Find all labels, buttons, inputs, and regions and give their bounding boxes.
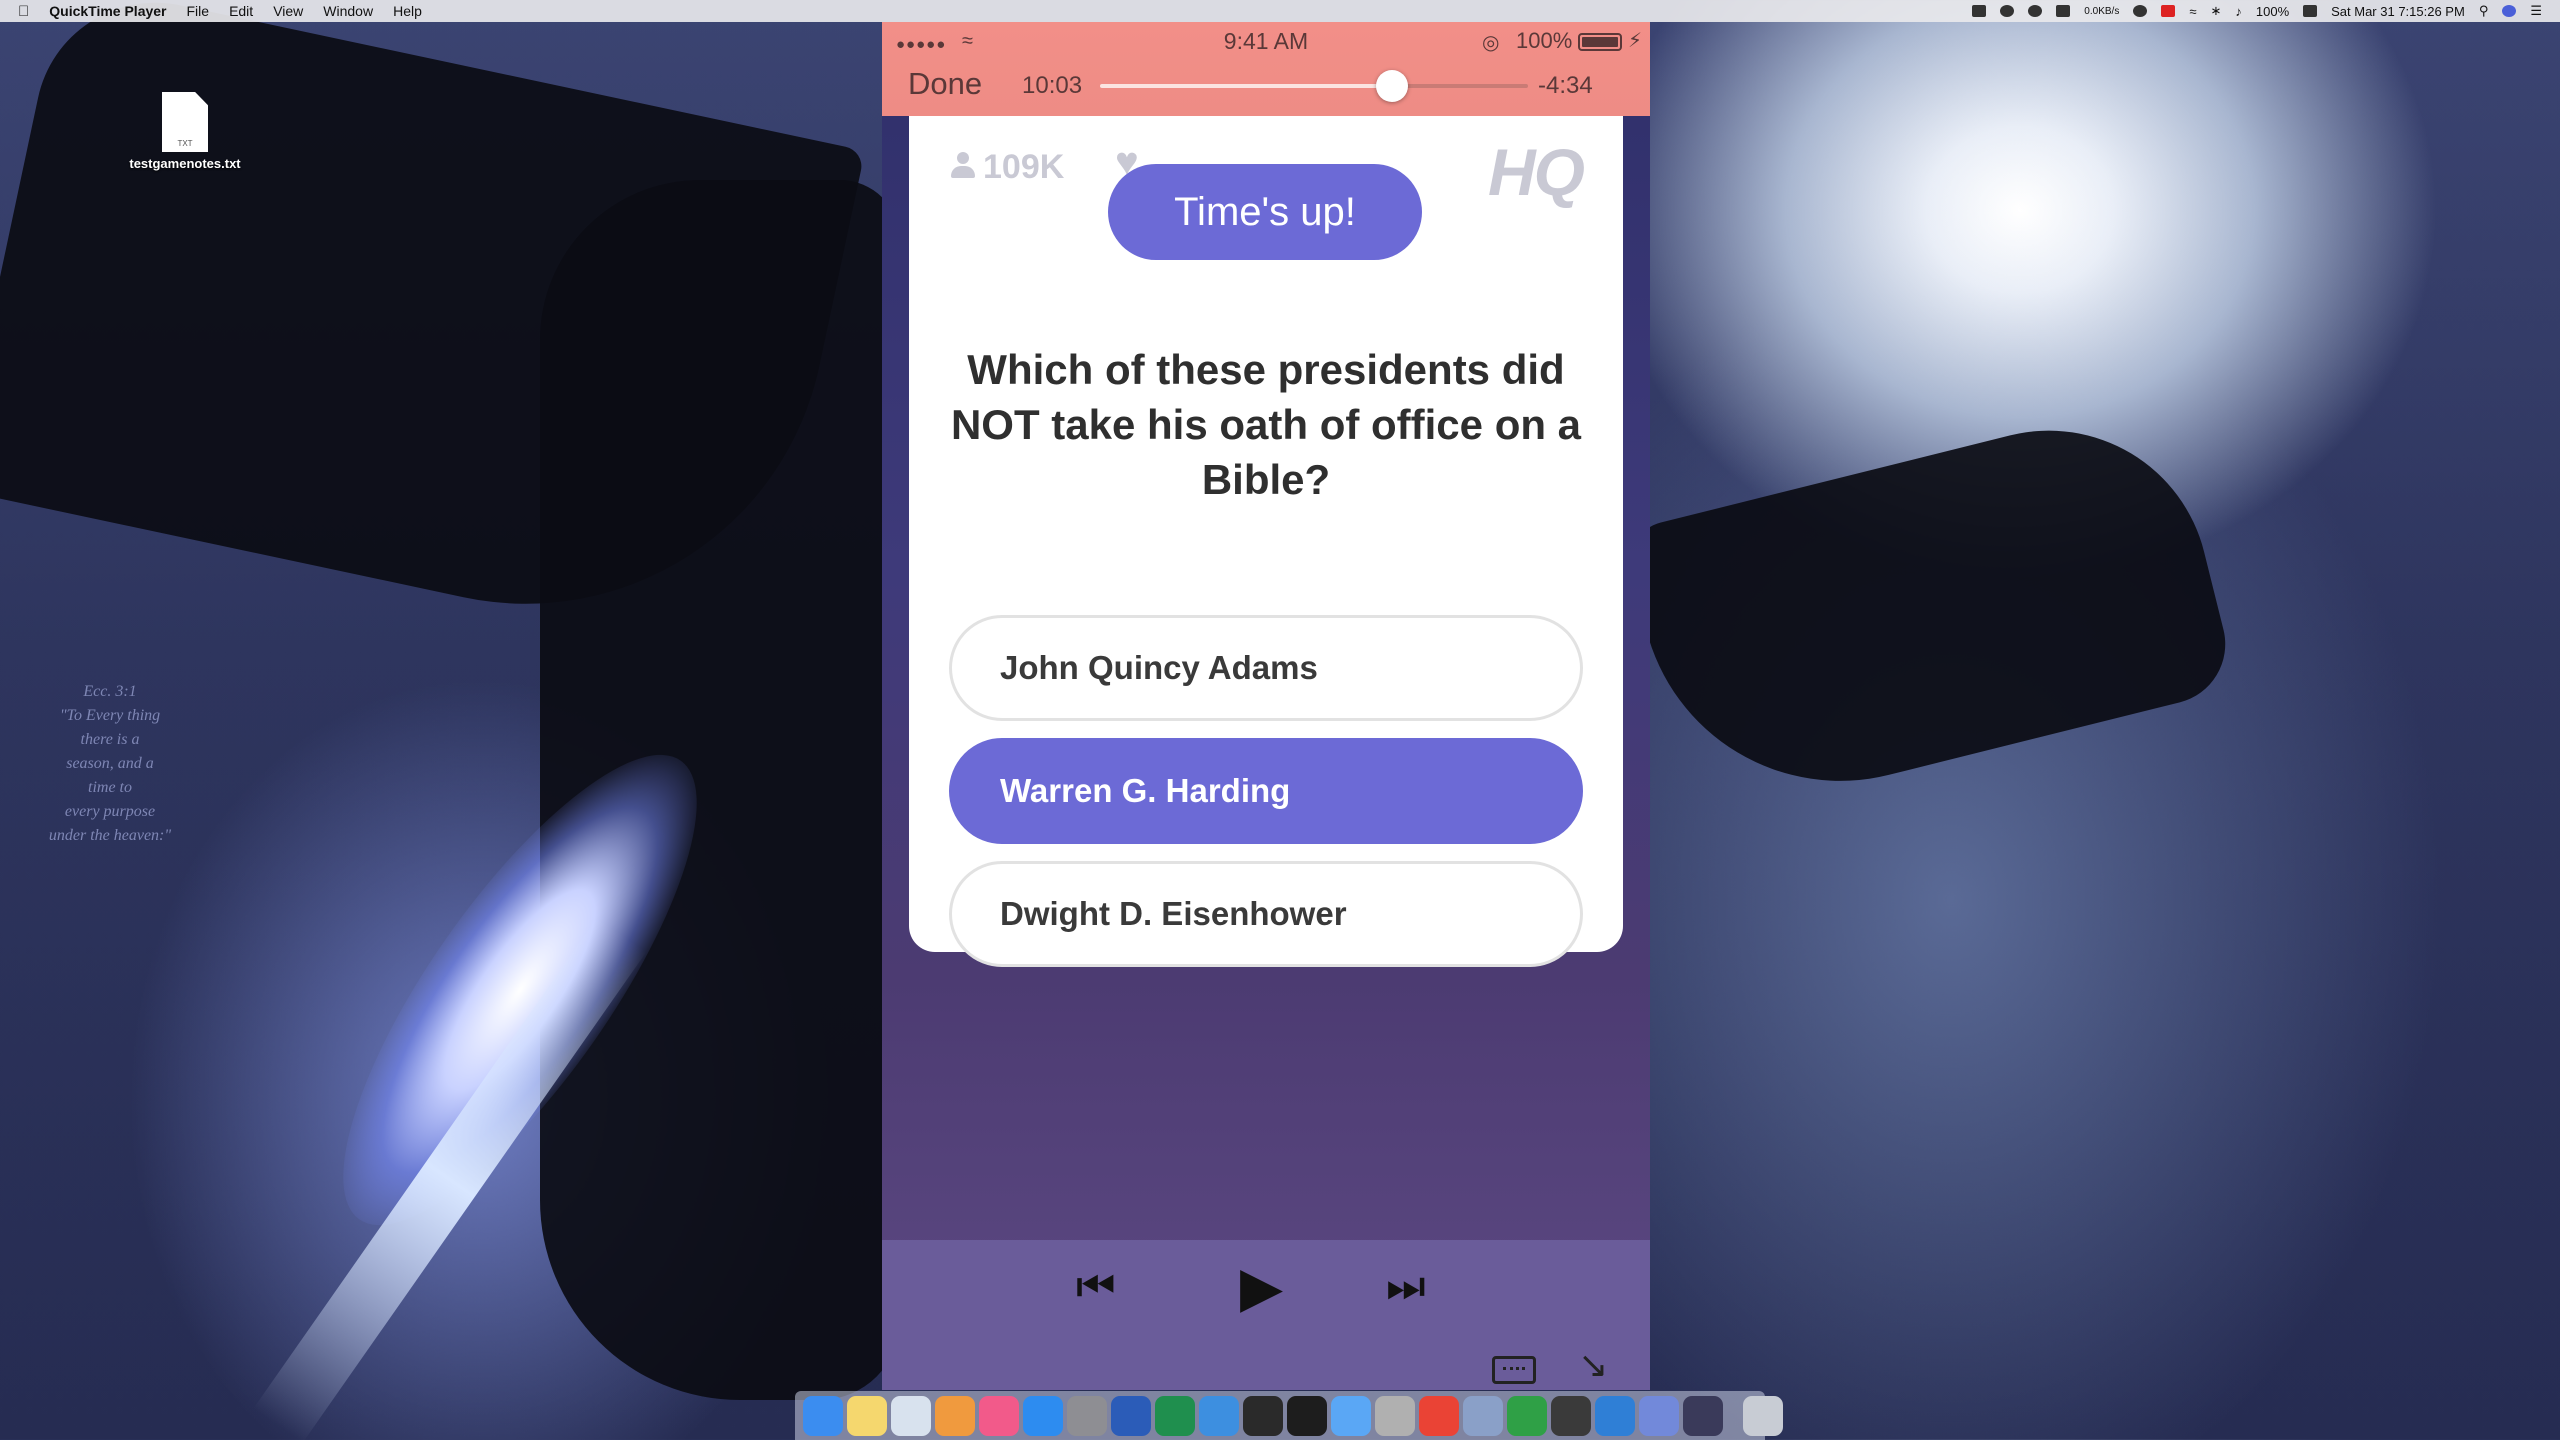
dock-itunes-icon[interactable]	[979, 1395, 1019, 1436]
wallpaper-quote: Ecc. 3:1 "To Every thing there is a seas…	[30, 680, 190, 848]
ios-battery-percent: 100%	[1516, 28, 1573, 53]
dock-xcode-icon[interactable]	[1199, 1395, 1239, 1436]
menu-edit[interactable]: Edit	[229, 3, 253, 19]
skip-forward-button[interactable]: ⏭	[1386, 1262, 1426, 1312]
menu-bar:  QuickTime Player File Edit View Window…	[0, 0, 2560, 22]
answer-option-3[interactable]: Dwight D. Eisenhower	[949, 861, 1583, 967]
dock-system-preferences-icon[interactable]	[1067, 1395, 1107, 1436]
dock-notes-icon[interactable]	[847, 1395, 887, 1436]
question-card: 109K ♥ HQ Time's up! Which of these pres…	[909, 72, 1623, 967]
captions-icon[interactable]	[1492, 1356, 1536, 1384]
app-menu[interactable]: QuickTime Player	[49, 3, 166, 19]
menu-window[interactable]: Window	[323, 3, 373, 19]
battery-icon[interactable]	[2303, 5, 2318, 17]
quote-reference: Ecc. 3:1	[83, 683, 137, 700]
quote-line: every purpose	[64, 803, 156, 820]
dock-finder-icon[interactable]	[803, 1395, 843, 1436]
dock	[795, 1391, 1783, 1440]
dock-sublime-icon[interactable]	[1551, 1395, 1591, 1436]
dock-excel-icon[interactable]	[1155, 1395, 1195, 1436]
dock-terminal-icon[interactable]	[1287, 1395, 1327, 1436]
menu-file[interactable]: File	[187, 3, 210, 19]
menu-help[interactable]: Help	[393, 3, 422, 19]
notification-center-icon[interactable]: ☰	[2530, 3, 2542, 19]
dock-trash-icon[interactable]	[1743, 1395, 1783, 1436]
scrubber-thumb[interactable]	[1376, 70, 1409, 102]
quicktime-player-window: 109K ♥ HQ Time's up! Which of these pres…	[882, 22, 1650, 1390]
volume-icon[interactable]: ♪	[2235, 4, 2242, 19]
clock[interactable]: Sat Mar 31 7:15:26 PM	[2331, 4, 2465, 19]
security-icon[interactable]	[2161, 5, 2176, 17]
desktop-file-label: testgamenotes.txt	[129, 156, 241, 171]
dock-messages-icon[interactable]	[1331, 1395, 1371, 1436]
dock-discord-icon[interactable]	[1639, 1395, 1679, 1436]
player-top-bar: ●●●●● ≈ 9:41 AM ◎ 100% ⚡ Done 10:03 -4:3…	[882, 22, 1650, 116]
dock-chrome-icon[interactable]	[1419, 1395, 1459, 1436]
quote-line: "To Every thing	[59, 707, 161, 724]
menu-view[interactable]: View	[273, 3, 303, 19]
status-app-icon[interactable]	[1972, 5, 1987, 17]
apple-menu-icon[interactable]: 	[18, 3, 29, 20]
charging-bolt-icon: ⚡	[1628, 30, 1643, 52]
answer-option-1[interactable]: John Quincy Adams	[949, 615, 1583, 721]
answer-option-2[interactable]: Warren G. Harding	[949, 738, 1583, 844]
menu-extra-icon[interactable]	[2028, 5, 2043, 17]
times-up-pill: Time's up!	[1108, 164, 1422, 260]
quote-line: season, and a	[66, 755, 154, 772]
question-text: Which of these presidents did NOT take h…	[950, 346, 1582, 503]
person-icon	[951, 152, 975, 180]
ios-status-bar: ●●●●● ≈ 9:41 AM ◎ 100% ⚡	[882, 26, 1650, 60]
playback-controls: ⏮ ▶ ⏭ ↘	[882, 1240, 1650, 1390]
dock-preview-icon[interactable]	[891, 1395, 931, 1436]
dock-photos-icon[interactable]	[935, 1395, 975, 1436]
quote-line: time to	[88, 779, 132, 796]
desktop-file-testgamenotes[interactable]: TXT testgamenotes.txt	[120, 92, 250, 171]
dock-quicktime-icon[interactable]	[1683, 1395, 1723, 1436]
playback-scrubber[interactable]	[1100, 70, 1528, 102]
spotlight-search-icon[interactable]: ⚲	[2479, 3, 2489, 19]
dock-trello-icon[interactable]	[1595, 1395, 1635, 1436]
dock-virtualbox-icon[interactable]	[1463, 1395, 1503, 1436]
elapsed-time: 10:03	[1022, 72, 1083, 99]
exit-fullscreen-icon[interactable]: ↘	[1578, 1344, 1608, 1386]
dock-go-icon[interactable]	[1243, 1395, 1283, 1436]
dock-evernote-icon[interactable]	[1507, 1395, 1547, 1436]
text-file-icon: TXT	[162, 92, 208, 152]
cpu-meter-icon[interactable]	[2056, 5, 2071, 17]
siri-icon[interactable]	[2502, 5, 2517, 17]
quote-line: there is a	[80, 731, 140, 748]
battery-percent[interactable]: 100%	[2256, 4, 2289, 19]
scrubber-progress	[1100, 84, 1393, 88]
cloud-icon[interactable]	[2000, 5, 2015, 17]
hq-logo: HQ	[1488, 135, 1585, 209]
rotation-lock-icon: ◎	[1482, 32, 1500, 54]
dock-word-icon[interactable]	[1111, 1395, 1151, 1436]
network-speed[interactable]: 0.0KB/s	[2084, 6, 2119, 17]
ios-battery-icon	[1578, 33, 1622, 51]
wifi-icon[interactable]: ≈	[2189, 4, 2196, 19]
time-machine-icon[interactable]	[2133, 5, 2148, 17]
bluetooth-icon[interactable]: ∗	[2210, 3, 2221, 19]
skip-back-button[interactable]: ⏮	[1076, 1262, 1116, 1312]
dock-app-store-icon[interactable]	[1023, 1395, 1063, 1436]
play-button[interactable]: ▶	[1240, 1254, 1283, 1320]
remaining-time: -4:34	[1538, 72, 1593, 99]
viewer-count: 109K	[951, 148, 1064, 187]
dock-image-capture-icon[interactable]	[1375, 1395, 1415, 1436]
quote-line: under the heaven:"	[48, 827, 172, 844]
done-button[interactable]: Done	[908, 66, 982, 102]
wallpaper-robot-wing-right	[1622, 396, 2238, 824]
